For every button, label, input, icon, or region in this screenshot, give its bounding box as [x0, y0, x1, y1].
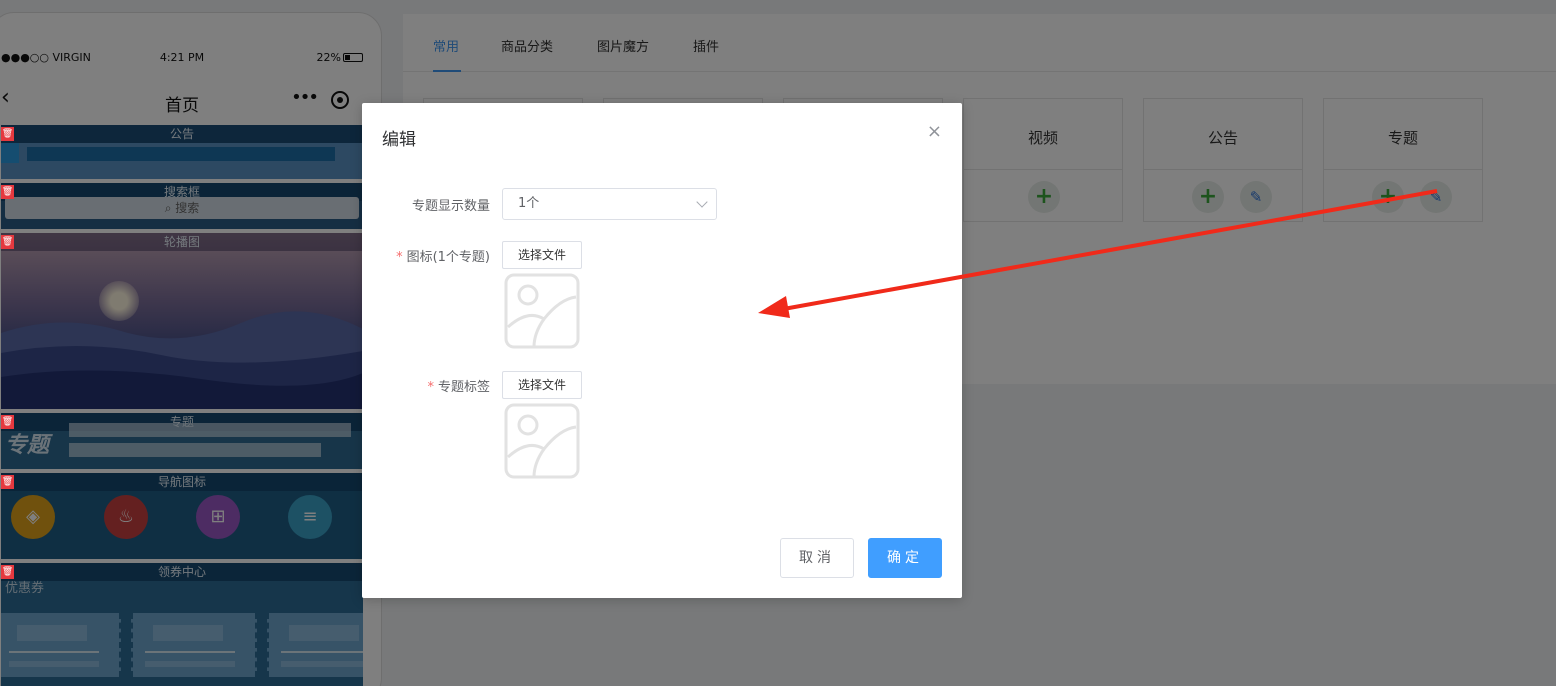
select-value: 1个: [518, 196, 540, 211]
confirm-button[interactable]: 确定: [868, 538, 942, 578]
trash-icon[interactable]: 🗑: [1, 565, 14, 579]
trash-icon[interactable]: 🗑: [1, 475, 14, 489]
trash-icon[interactable]: 🗑: [1, 415, 14, 429]
tag-label-text: 专题标签: [437, 380, 490, 395]
choose-file-button-icon[interactable]: 选择文件: [502, 241, 582, 269]
required-mark: *: [396, 250, 403, 265]
image-placeholder-icon[interactable]: [504, 403, 580, 479]
dialog-title: 编辑: [382, 130, 416, 150]
icon-label: * 图标(1个专题): [396, 246, 490, 265]
edit-dialog: 编辑 × 专题显示数量 1个 * 图标(1个专题) 选择文件 * 专题标签 选择文件…: [362, 103, 962, 598]
image-placeholder-icon[interactable]: [504, 273, 580, 349]
topic-count-select[interactable]: 1个: [502, 188, 717, 220]
required-mark: *: [427, 380, 434, 395]
choose-file-button-tag[interactable]: 选择文件: [502, 371, 582, 399]
chevron-down-icon: [696, 196, 708, 208]
icon-label-text: 图标(1个专题): [406, 250, 490, 265]
tag-label: * 专题标签: [427, 376, 490, 395]
trash-icon[interactable]: 🗑: [1, 185, 14, 199]
trash-icon[interactable]: 🗑: [1, 235, 14, 249]
close-icon[interactable]: ×: [927, 121, 942, 142]
trash-icon[interactable]: 🗑: [1, 127, 14, 141]
cancel-button[interactable]: 取消: [780, 538, 854, 578]
count-label: 专题显示数量: [411, 199, 490, 214]
